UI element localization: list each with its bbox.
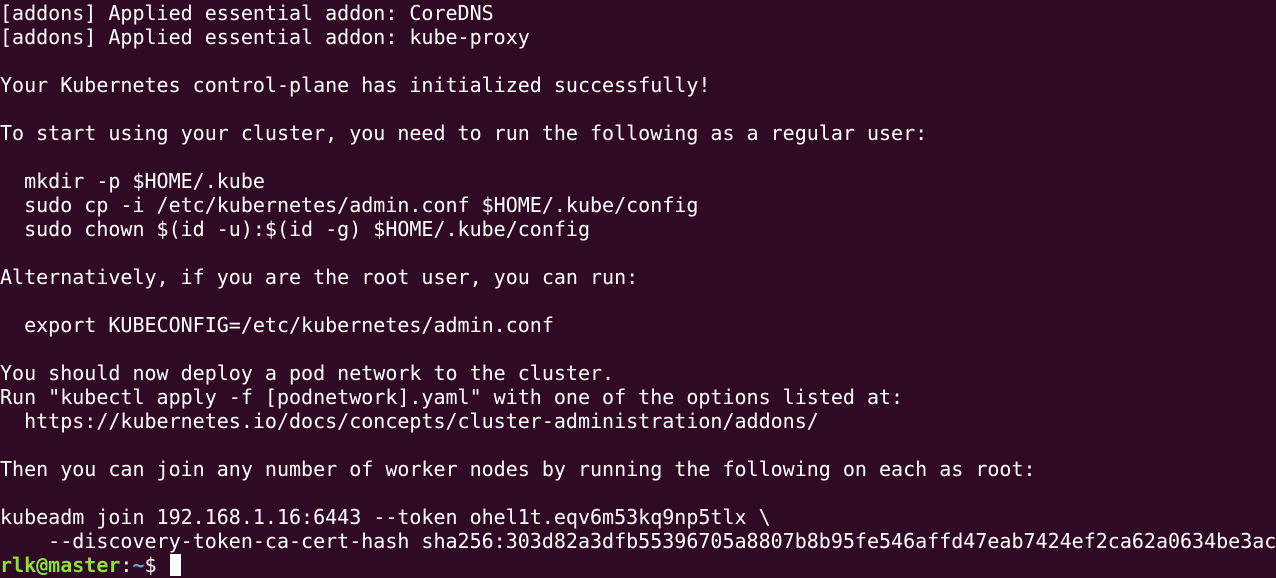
output-line: Then you can join any number of worker n… [0, 457, 1036, 481]
text-cursor [169, 554, 181, 576]
output-line: Run "kubectl apply -f [podnetwork].yaml"… [0, 385, 904, 409]
terminal-window[interactable]: [addons] Applied essential addon: CoreDN… [0, 0, 1276, 578]
prompt-symbol: $ [144, 553, 169, 577]
command-prompt[interactable]: rlk@master:~$ [0, 553, 1276, 577]
prompt-path: ~ [132, 553, 145, 577]
output-line: kubeadm join 192.168.1.16:6443 --token o… [0, 505, 771, 529]
prompt-user-host: rlk@master [0, 553, 121, 577]
terminal-output: [addons] Applied essential addon: CoreDN… [0, 1, 1276, 553]
output-line: [addons] Applied essential addon: kube-p… [0, 25, 530, 49]
output-line: --discovery-token-ca-cert-hash sha256:30… [0, 529, 1276, 553]
output-line: To start using your cluster, you need to… [0, 121, 928, 145]
output-line: [addons] Applied essential addon: CoreDN… [0, 1, 494, 25]
output-line: sudo chown $(id -u):$(id -g) $HOME/.kube… [0, 217, 591, 241]
output-line: Alternatively, if you are the root user,… [0, 265, 639, 289]
output-line: sudo cp -i /etc/kubernetes/admin.conf $H… [0, 193, 699, 217]
prompt-separator: : [120, 553, 133, 577]
output-line: export KUBECONFIG=/etc/kubernetes/admin.… [0, 313, 554, 337]
output-line: Your Kubernetes control-plane has initia… [0, 73, 711, 97]
output-line: https://kubernetes.io/docs/concepts/clus… [0, 409, 819, 433]
output-line: mkdir -p $HOME/.kube [0, 169, 265, 193]
output-line: You should now deploy a pod network to t… [0, 361, 615, 385]
